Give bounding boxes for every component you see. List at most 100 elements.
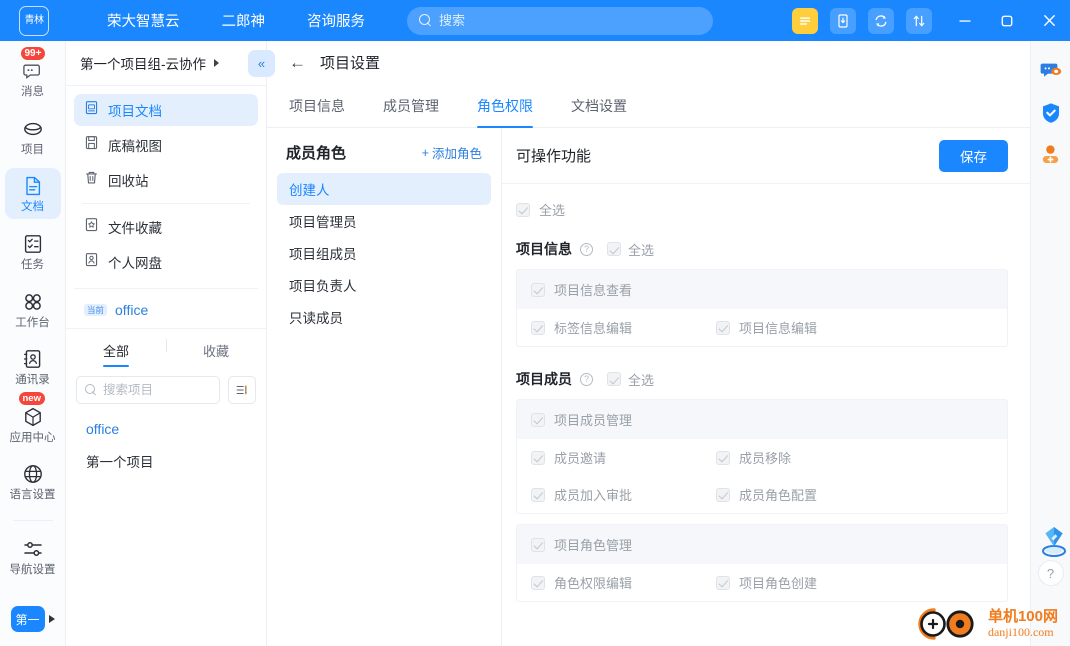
sort-button[interactable]: [228, 376, 256, 404]
checkbox-permission[interactable]: [531, 575, 545, 590]
role-item-readonly[interactable]: 只读成员: [277, 301, 491, 333]
project-search-input[interactable]: [103, 383, 211, 397]
tree-item-project-docs[interactable]: 项目文档: [74, 94, 258, 126]
tab-all[interactable]: 全部: [66, 335, 166, 367]
role-item-admin[interactable]: 项目管理员: [277, 205, 491, 237]
permission-cell[interactable]: 成员邀请: [531, 448, 716, 467]
permission-label: 成员移除: [739, 451, 792, 466]
draft-icon: [84, 135, 99, 155]
table-row: 标签信息编辑 项目信息编辑: [517, 309, 1007, 346]
checkbox-group-select-all[interactable]: [607, 242, 621, 256]
tab-project-info[interactable]: 项目信息: [289, 96, 345, 127]
group-select-all[interactable]: 全选: [607, 370, 654, 389]
group-select-all[interactable]: 全选: [607, 240, 654, 259]
add-user-icon[interactable]: [1039, 143, 1063, 167]
mobile-download-icon[interactable]: [830, 7, 856, 34]
sidebar-item-navsettings[interactable]: 导航设置: [5, 531, 61, 582]
checkbox-permission[interactable]: [531, 487, 545, 502]
trash-icon: [84, 170, 99, 190]
search-icon: [419, 14, 432, 27]
permission-cell[interactable]: 成员加入审批: [531, 485, 716, 504]
table-row-header[interactable]: 项目成员管理: [517, 400, 1007, 439]
maximize-button[interactable]: [986, 0, 1028, 41]
checkbox-group-select-all[interactable]: [607, 372, 621, 386]
tab-role-permissions[interactable]: 角色权限: [477, 96, 533, 128]
sidebar-item-projects[interactable]: 项目: [5, 111, 61, 162]
sync-icon[interactable]: [868, 7, 894, 34]
sidebar-item-documents[interactable]: 文档: [4, 168, 61, 219]
transfer-icon[interactable]: [906, 7, 932, 34]
top-nav-item-2[interactable]: 咨询服务: [307, 10, 365, 31]
table-row-header[interactable]: 项目角色管理: [517, 525, 1007, 564]
tab-doc-settings[interactable]: 文档设置: [571, 96, 627, 127]
help-button[interactable]: ?: [1037, 560, 1064, 586]
checkbox-select-all[interactable]: [516, 202, 530, 217]
role-item-group-member[interactable]: 项目组成员: [277, 237, 491, 269]
permission-cell[interactable]: 项目角色创建: [716, 573, 817, 592]
project-search[interactable]: [76, 376, 220, 404]
sidebar-item-contacts[interactable]: 通讯录: [5, 341, 61, 392]
checkbox-permission[interactable]: [531, 537, 545, 552]
gem-icon[interactable]: [1039, 522, 1066, 557]
checkbox-permission[interactable]: [716, 487, 730, 502]
top-nav-item-0[interactable]: 荣大智慧云: [107, 10, 180, 31]
add-role-button[interactable]: + 添加角色: [422, 143, 482, 162]
tree-item-file-favorites[interactable]: 文件收藏: [74, 211, 258, 243]
brand-logo[interactable]: 青林: [19, 5, 49, 36]
project-search-row: [66, 367, 266, 410]
back-button[interactable]: ←: [289, 54, 306, 71]
permission-cell[interactable]: 标签信息编辑: [531, 318, 716, 337]
table-row-header[interactable]: 项目信息查看: [517, 270, 1007, 309]
close-button[interactable]: [1028, 0, 1070, 41]
select-all-row[interactable]: 全选: [516, 200, 1008, 219]
minimize-button[interactable]: [944, 0, 986, 41]
list-item[interactable]: 第一个项目: [66, 444, 266, 478]
project-group-title[interactable]: 第一个项目组-云协作: [80, 53, 206, 73]
checkbox-permission[interactable]: [716, 450, 730, 465]
tab-member-mgmt[interactable]: 成员管理: [383, 96, 439, 127]
sidebar-item-appcenter[interactable]: new 应用中心: [5, 390, 61, 450]
checkbox-permission[interactable]: [716, 575, 730, 590]
tab-favorites[interactable]: 收藏: [166, 335, 266, 367]
role-item-owner[interactable]: 项目负责人: [277, 269, 491, 301]
top-nav-item-1[interactable]: 二郎神: [222, 10, 266, 31]
sidebar-item-messages[interactable]: 99+ 消息: [5, 46, 61, 104]
tree-item-personal-disk[interactable]: 个人网盘: [74, 246, 258, 278]
permission-cell[interactable]: 项目信息编辑: [716, 318, 817, 337]
tree-item-draft-view[interactable]: 底稿视图: [74, 129, 258, 161]
menu-icon[interactable]: [792, 7, 818, 34]
permission-label: 角色权限编辑: [554, 576, 633, 591]
checkbox-permission[interactable]: [531, 450, 545, 465]
page-title: 项目设置: [320, 55, 381, 72]
sidebar-item-tasks[interactable]: 任务: [5, 226, 61, 277]
chat-assist-icon[interactable]: [1039, 59, 1063, 83]
role-item-creator[interactable]: 创建人: [277, 173, 491, 205]
account-chip[interactable]: 第一: [10, 606, 45, 632]
shield-check-icon[interactable]: [1039, 101, 1063, 125]
permission-cell[interactable]: 成员角色配置: [716, 485, 817, 504]
sidebar-item-workbench[interactable]: 工作台: [5, 284, 61, 335]
help-icon[interactable]: ?: [580, 242, 593, 256]
checkbox-permission[interactable]: [531, 282, 545, 297]
list-item[interactable]: office: [66, 414, 266, 444]
chevron-right-icon[interactable]: [214, 59, 219, 67]
permission-label: 项目信息编辑: [739, 321, 818, 336]
help-icon[interactable]: ?: [580, 372, 593, 386]
checkbox-permission[interactable]: [531, 412, 545, 427]
permission-cell[interactable]: 角色权限编辑: [531, 573, 716, 592]
current-project[interactable]: 当前 office: [66, 296, 266, 328]
save-button[interactable]: 保存: [939, 139, 1008, 172]
checkbox-permission[interactable]: [716, 320, 730, 335]
tree-divider-2: [74, 288, 258, 289]
checkbox-permission[interactable]: [531, 320, 545, 335]
permissions-title: 可操作功能: [516, 148, 592, 165]
permission-label: 标签信息编辑: [554, 321, 633, 336]
search-input[interactable]: [439, 13, 701, 28]
collapse-sidebar-button[interactable]: «: [248, 50, 275, 77]
permission-cell[interactable]: 成员移除: [716, 448, 791, 467]
global-search[interactable]: [407, 6, 713, 35]
sidebar-item-language[interactable]: 语言设置: [5, 456, 61, 507]
tree-item-recycle-bin[interactable]: 回收站: [74, 164, 258, 196]
rail-account[interactable]: 第一: [10, 606, 55, 646]
permission-group-project-info: 项目信息 ? 全选 项目信息查看 标签信息编辑 项目信息编辑: [516, 239, 1008, 347]
